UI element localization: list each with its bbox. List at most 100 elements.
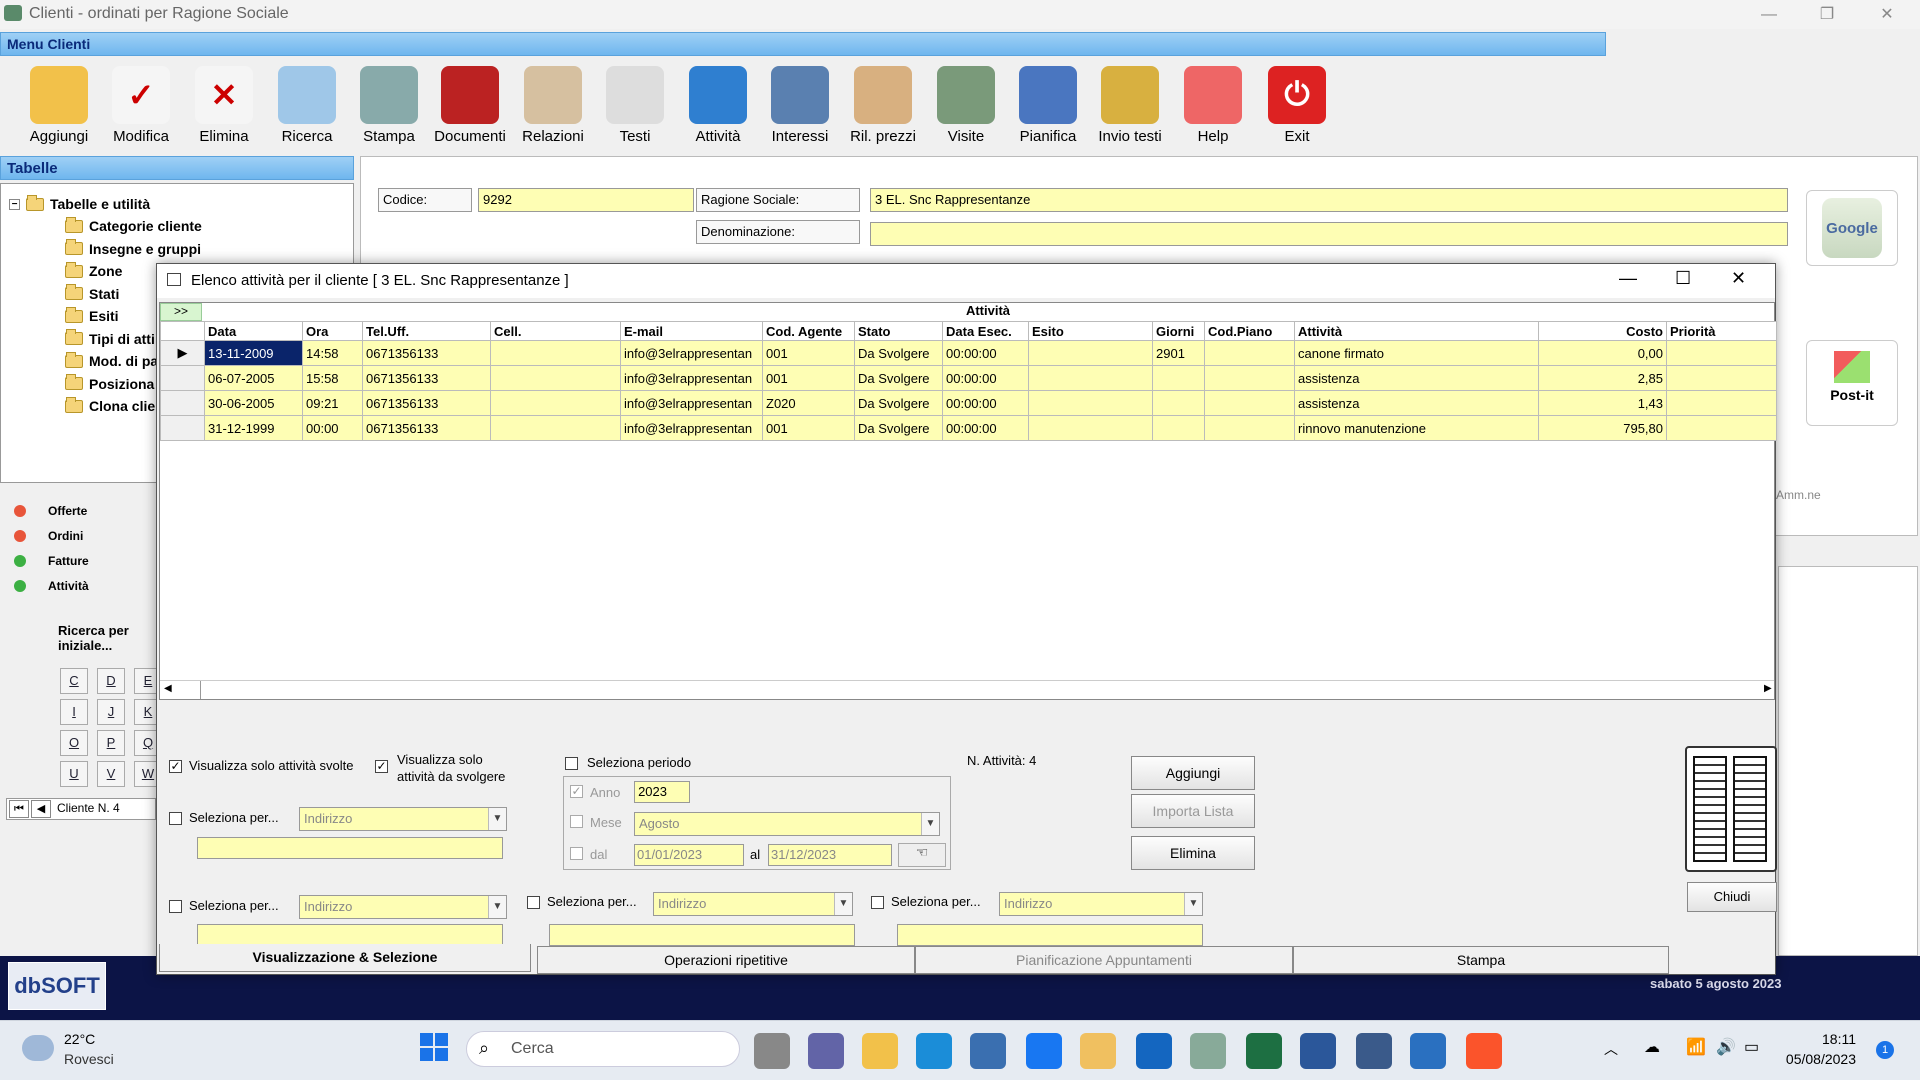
letter-button-i[interactable]: I bbox=[60, 699, 88, 725]
column-header[interactable]: Data bbox=[204, 321, 303, 341]
pianifica-toolbar-button[interactable]: Pianifica bbox=[1007, 66, 1089, 154]
column-header[interactable]: Attività bbox=[1294, 321, 1539, 341]
excel-icon[interactable] bbox=[1246, 1033, 1282, 1069]
visite-toolbar-button[interactable]: Visite bbox=[925, 66, 1007, 154]
horizontal-scrollbar[interactable]: ◀ ▶ bbox=[160, 680, 1774, 699]
dialog-maximize-button[interactable]: ☐ bbox=[1675, 268, 1691, 289]
modifica-toolbar-button[interactable]: ✓ Modifica bbox=[100, 66, 182, 154]
close-dialog-button[interactable]: Chiudi bbox=[1687, 882, 1777, 912]
tree-item[interactable]: Zone bbox=[65, 261, 122, 279]
agenda-icon[interactable] bbox=[1685, 746, 1777, 872]
table-cell[interactable] bbox=[1204, 340, 1295, 366]
dialog-tab[interactable]: Pianificazione Appuntamenti bbox=[915, 946, 1293, 974]
tree-item[interactable]: Categorie cliente bbox=[65, 216, 202, 234]
table-cell[interactable]: 00:00:00 bbox=[942, 365, 1029, 391]
table-cell[interactable]: 00:00:00 bbox=[942, 415, 1029, 441]
tree-item[interactable]: Stati bbox=[65, 284, 119, 302]
table-cell[interactable] bbox=[1152, 390, 1205, 416]
denominazione-field[interactable] bbox=[870, 222, 1788, 246]
table-cell[interactable] bbox=[1152, 415, 1205, 441]
dialog-close-button[interactable]: ✕ bbox=[1731, 268, 1746, 289]
windows-start-icon[interactable] bbox=[420, 1033, 448, 1061]
dialog-tab[interactable]: Operazioni ripetitive bbox=[537, 946, 915, 974]
tree-item[interactable]: Mod. di pa bbox=[65, 351, 158, 369]
table-cell[interactable]: 09:21 bbox=[302, 390, 363, 416]
column-header[interactable]: Esito bbox=[1028, 321, 1153, 341]
table-cell[interactable] bbox=[1666, 415, 1777, 441]
table-cell[interactable] bbox=[1204, 415, 1295, 441]
documenti-toolbar-button[interactable]: Documenti bbox=[429, 66, 511, 154]
table-cell[interactable]: 0671356133 bbox=[362, 365, 491, 391]
column-header[interactable]: Cod.Piano bbox=[1204, 321, 1295, 341]
table-cell[interactable] bbox=[1028, 340, 1153, 366]
legend-label[interactable]: Ordini bbox=[48, 529, 83, 543]
table-cell[interactable]: info@3elrappresentan bbox=[620, 390, 763, 416]
table-cell[interactable]: 0671356133 bbox=[362, 340, 491, 366]
table-cell[interactable]: 0,00 bbox=[1538, 340, 1667, 366]
dal-field[interactable]: 01/01/2023 bbox=[634, 844, 744, 866]
sel1-input[interactable] bbox=[197, 837, 503, 859]
table-cell[interactable]: 13-11-2009 bbox=[204, 340, 303, 366]
letter-button-o[interactable]: O bbox=[60, 730, 88, 756]
table-cell[interactable] bbox=[490, 340, 621, 366]
mail-app-icon[interactable] bbox=[970, 1033, 1006, 1069]
periodo-checkbox[interactable] bbox=[565, 757, 578, 770]
invio-testi-toolbar-button[interactable]: Invio testi bbox=[1089, 66, 1171, 154]
dialog-minimize-button[interactable]: — bbox=[1619, 268, 1637, 289]
table-cell[interactable]: info@3elrappresentan bbox=[620, 340, 763, 366]
delete-activity-button[interactable]: Elimina bbox=[1131, 836, 1255, 870]
table-cell[interactable]: info@3elrappresentan bbox=[620, 415, 763, 441]
sel4-input[interactable] bbox=[897, 924, 1203, 946]
notification-badge[interactable]: 1 bbox=[1876, 1041, 1894, 1059]
tree-item[interactable]: Tipi di atti bbox=[65, 329, 155, 347]
letter-button-j[interactable]: J bbox=[97, 699, 125, 725]
anno-spinner[interactable]: 2023 bbox=[634, 781, 690, 803]
table-cell[interactable]: 001 bbox=[762, 365, 855, 391]
table-cell[interactable] bbox=[490, 390, 621, 416]
word-icon[interactable] bbox=[1300, 1033, 1336, 1069]
table-cell[interactable] bbox=[1028, 365, 1153, 391]
column-header[interactable]: Cell. bbox=[490, 321, 621, 341]
legend-label[interactable]: Attività bbox=[48, 579, 89, 593]
tree-item[interactable]: Clona clie bbox=[65, 396, 155, 414]
column-header[interactable]: Tel.Uff. bbox=[362, 321, 491, 341]
table-cell[interactable]: Da Svolgere bbox=[854, 390, 943, 416]
clock-time[interactable]: 18:11 bbox=[1800, 1031, 1856, 1047]
letter-button-c[interactable]: C bbox=[60, 668, 88, 694]
table-cell[interactable]: 2,85 bbox=[1538, 365, 1667, 391]
table-cell[interactable]: 1,43 bbox=[1538, 390, 1667, 416]
cloud-icon[interactable]: ☁ bbox=[1644, 1037, 1660, 1057]
table-cell[interactable] bbox=[1204, 365, 1295, 391]
table-cell[interactable] bbox=[1204, 390, 1295, 416]
mese-select[interactable]: Agosto ▼ bbox=[634, 812, 940, 836]
table-cell[interactable]: 00:00 bbox=[302, 415, 363, 441]
table-row[interactable]: ▶ 13-11-2009 14:58 0671356133 info@3elrappre… bbox=[160, 340, 1777, 366]
letter-button-d[interactable]: D bbox=[97, 668, 125, 694]
tree-root[interactable]: − Tabelle e utilità bbox=[9, 194, 150, 212]
teams-icon[interactable] bbox=[808, 1033, 844, 1069]
dialog-tab[interactable]: Visualizzazione & Selezione bbox=[159, 944, 531, 972]
notepad-icon[interactable] bbox=[1410, 1033, 1446, 1069]
minimize-button[interactable]: — bbox=[1740, 0, 1798, 29]
table-cell[interactable]: 795,80 bbox=[1538, 415, 1667, 441]
tree-item[interactable]: Posiziona bbox=[65, 374, 154, 392]
table-cell[interactable]: 15:58 bbox=[302, 365, 363, 391]
calculator-icon[interactable] bbox=[1356, 1033, 1392, 1069]
sel2-input[interactable] bbox=[197, 924, 503, 946]
volume-icon[interactable]: 🔊 bbox=[1716, 1037, 1736, 1057]
prev-record-button[interactable]: ◀ bbox=[31, 800, 51, 818]
relazioni-toolbar-button[interactable]: Relazioni bbox=[512, 66, 594, 154]
letter-button-u[interactable]: U bbox=[60, 761, 88, 787]
outlook-icon[interactable] bbox=[1136, 1033, 1172, 1069]
letter-button-v[interactable]: V bbox=[97, 761, 125, 787]
ril-prezzi-toolbar-button[interactable]: Ril. prezzi bbox=[842, 66, 924, 154]
table-cell[interactable]: Da Svolgere bbox=[854, 415, 943, 441]
sel3-select[interactable]: Indirizzo ▼ bbox=[653, 892, 853, 916]
folder-icon[interactable] bbox=[862, 1033, 898, 1069]
al-field[interactable]: 31/12/2023 bbox=[768, 844, 892, 866]
table-cell[interactable]: 30-06-2005 bbox=[204, 390, 303, 416]
column-header[interactable]: Cod. Agente bbox=[762, 321, 855, 341]
table-row[interactable]: 31-12-1999 00:00 0671356133 info@3elrappres… bbox=[160, 415, 1777, 441]
column-header[interactable]: Ora bbox=[302, 321, 363, 341]
attività-toolbar-button[interactable]: Attività bbox=[677, 66, 759, 154]
